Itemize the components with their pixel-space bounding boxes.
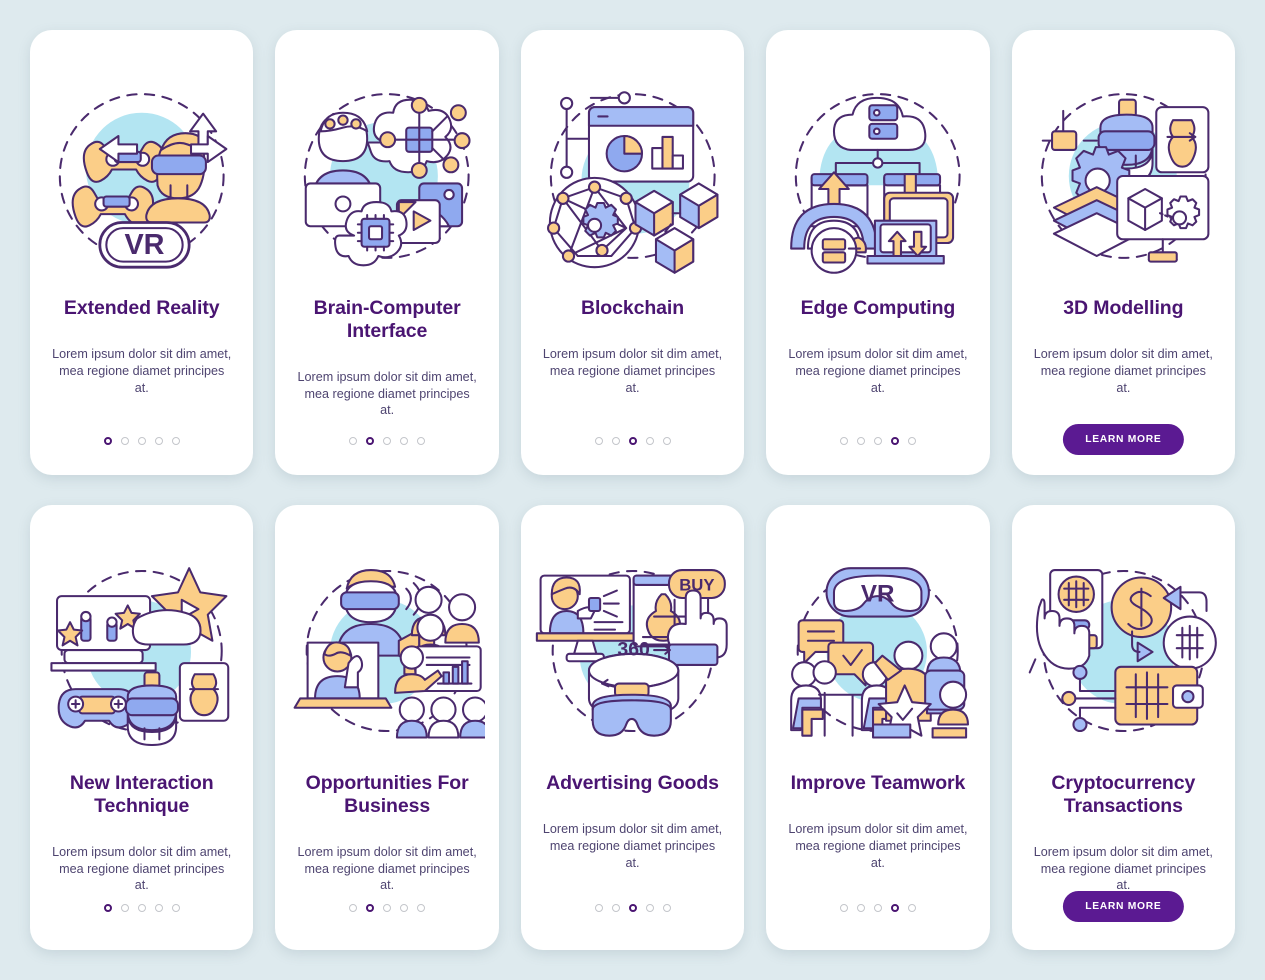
pagination-dot[interactable] (628, 904, 637, 912)
pagination-dot[interactable] (137, 437, 146, 445)
pagination-dots[interactable] (766, 437, 989, 445)
pagination-dot[interactable] (662, 904, 671, 912)
onboarding-card-edge-computing[interactable]: Edge Computing Lorem ipsum dolor sit dim… (766, 30, 990, 475)
pagination-dots[interactable] (30, 437, 253, 445)
pagination-dot[interactable] (594, 437, 603, 445)
onboarding-card-advertising-goods[interactable]: BUY 360 Advertising Goods Lorem ipsum do… (520, 505, 745, 950)
pagination-dots[interactable] (275, 437, 498, 445)
blockchain-illustration (535, 68, 730, 283)
card-body-text: Lorem ipsum dolor sit dim amet, mea regi… (297, 369, 477, 418)
pagination-dots[interactable] (521, 904, 744, 912)
card-title: Improve Teamwork (790, 772, 966, 794)
improve-teamwork-illustration: VR (780, 543, 975, 758)
card-title: Brain-Computer Interface (313, 297, 461, 342)
pagination-dots[interactable] (766, 904, 989, 912)
advertising-goods-illustration: BUY 360 (535, 543, 730, 758)
pagination-dot[interactable] (856, 904, 865, 912)
cryptocurrency-transactions-illustration (1026, 543, 1221, 758)
card-body-text: Lorem ipsum dolor sit dim amet, mea regi… (52, 346, 232, 395)
new-interaction-technique-illustration (44, 543, 239, 758)
learn-more-button[interactable]: LEARN MORE (1063, 891, 1184, 922)
pagination-dot[interactable] (890, 904, 899, 912)
pagination-dot[interactable] (103, 904, 112, 912)
pagination-dot[interactable] (645, 437, 654, 445)
svg-text:360: 360 (617, 638, 650, 660)
card-body-text: Lorem ipsum dolor sit dim amet, mea regi… (542, 346, 723, 395)
extended-reality-illustration: VR (44, 68, 239, 283)
card-title: 3D Modelling (1063, 297, 1184, 319)
pagination-dot[interactable] (154, 437, 163, 445)
pagination-dot[interactable] (417, 904, 426, 912)
pagination-dot[interactable] (383, 904, 392, 912)
card-row-1: VR Extended Reality Lorem ipsum dolor si… (30, 30, 1236, 475)
brain-computer-interface-illustration (289, 68, 484, 283)
pagination-dot[interactable] (839, 437, 848, 445)
pagination-dot[interactable] (907, 437, 916, 445)
3d-modelling-illustration (1026, 68, 1221, 283)
pagination-dot[interactable] (171, 904, 180, 912)
card-title: New Interaction Technique (69, 772, 214, 817)
pagination-dot[interactable] (907, 904, 916, 912)
pagination-dot[interactable] (890, 437, 899, 445)
pagination-dot[interactable] (120, 437, 129, 445)
onboarding-card-3d-modelling[interactable]: 3D Modelling Lorem ipsum dolor sit dim a… (1011, 30, 1236, 475)
pagination-dot[interactable] (103, 437, 112, 445)
pagination-dot[interactable] (856, 437, 865, 445)
card-body-text: Lorem ipsum dolor sit dim amet, mea regi… (1033, 844, 1213, 893)
pagination-dot[interactable] (628, 437, 637, 445)
pagination-dot[interactable] (154, 904, 163, 912)
pagination-dot[interactable] (400, 904, 409, 912)
onboarding-card-improve-teamwork[interactable]: VR Improve Teamwork Lorem ipsum dolor si… (766, 505, 990, 950)
card-body-text: Lorem ipsum dolor sit dim amet, mea regi… (1033, 346, 1213, 395)
pagination-dot[interactable] (366, 437, 375, 445)
card-row-2: New Interaction Technique Lorem ipsum do… (30, 505, 1236, 950)
card-title: Opportunities For Business (305, 772, 469, 817)
card-body-text: Lorem ipsum dolor sit dim amet, mea regi… (297, 844, 477, 893)
card-title: Extended Reality (63, 297, 220, 319)
svg-text:VR: VR (124, 229, 164, 261)
pagination-dot[interactable] (873, 904, 882, 912)
opportunities-for-business-illustration (289, 543, 485, 758)
pagination-dot[interactable] (873, 437, 882, 445)
pagination-dot[interactable] (366, 904, 375, 912)
pagination-dots[interactable] (275, 904, 498, 912)
card-body-text: Lorem ipsum dolor sit dim amet, mea regi… (52, 844, 232, 893)
onboarding-card-brain-computer-interface[interactable]: Brain-Computer Interface Lorem ipsum dol… (275, 30, 499, 475)
onboarding-card-new-interaction-technique[interactable]: New Interaction Technique Lorem ipsum do… (30, 505, 254, 950)
card-body-text: Lorem ipsum dolor sit dim amet, mea regi… (542, 821, 723, 870)
pagination-dot[interactable] (645, 904, 654, 912)
svg-text:VR: VR (861, 580, 895, 607)
card-title: Blockchain (580, 297, 685, 319)
card-title: Edge Computing (800, 297, 956, 319)
pagination-dot[interactable] (400, 437, 409, 445)
pagination-dot[interactable] (611, 437, 620, 445)
onboarding-card-opportunities-for-business[interactable]: Opportunities For Business Lorem ipsum d… (275, 505, 499, 950)
pagination-dot[interactable] (611, 904, 620, 912)
card-body-text: Lorem ipsum dolor sit dim amet, mea regi… (788, 821, 968, 870)
onboarding-screens-board: VR Extended Reality Lorem ipsum dolor si… (0, 0, 1265, 980)
pagination-dot[interactable] (383, 437, 392, 445)
pagination-dot[interactable] (120, 904, 129, 912)
pagination-dot[interactable] (349, 904, 358, 912)
onboarding-card-blockchain[interactable]: Blockchain Lorem ipsum dolor sit dim ame… (520, 30, 745, 475)
pagination-dot[interactable] (137, 904, 146, 912)
card-title: Cryptocurrency Transactions (1051, 772, 1196, 817)
card-body-text: Lorem ipsum dolor sit dim amet, mea regi… (788, 346, 968, 395)
pagination-dots[interactable] (521, 437, 744, 445)
pagination-dots[interactable] (30, 904, 253, 912)
onboarding-card-cryptocurrency-transactions[interactable]: Cryptocurrency Transactions Lorem ipsum … (1011, 505, 1236, 950)
pagination-dot[interactable] (349, 437, 358, 445)
pagination-dot[interactable] (839, 904, 848, 912)
pagination-dot[interactable] (594, 904, 603, 912)
edge-computing-illustration (780, 68, 975, 283)
onboarding-card-extended-reality[interactable]: VR Extended Reality Lorem ipsum dolor si… (30, 30, 254, 475)
card-title: Advertising Goods (546, 772, 719, 794)
pagination-dot[interactable] (171, 437, 180, 445)
learn-more-button[interactable]: LEARN MORE (1063, 424, 1184, 455)
pagination-dot[interactable] (417, 437, 426, 445)
pagination-dot[interactable] (662, 437, 671, 445)
